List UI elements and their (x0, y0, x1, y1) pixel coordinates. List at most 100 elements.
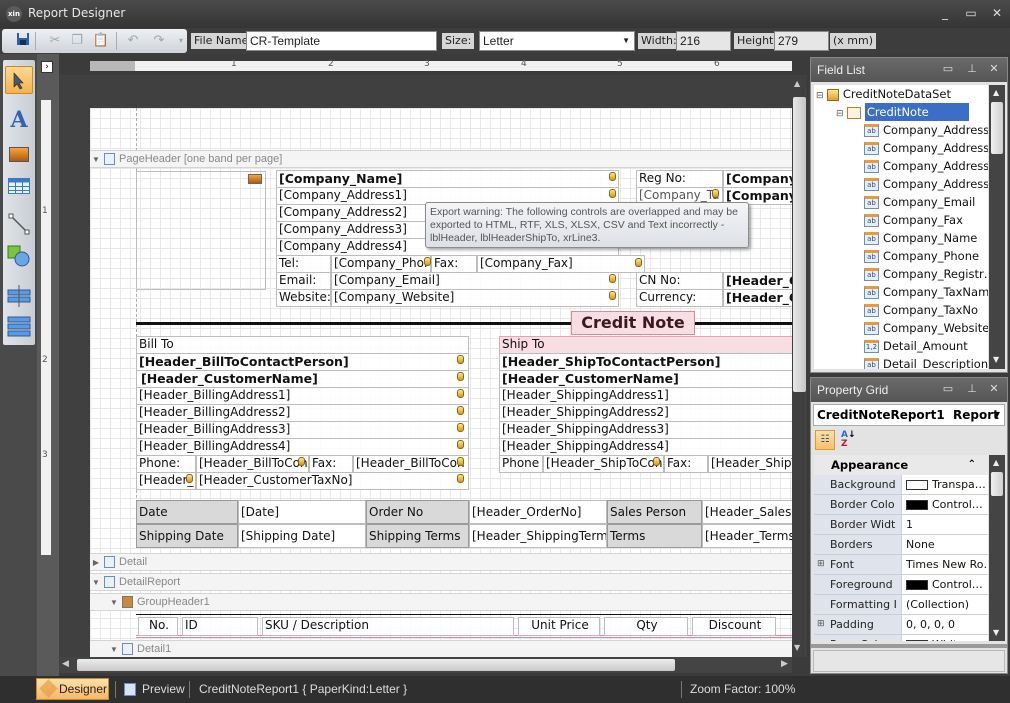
billing-address2-field[interactable]: [Header_BillingAddress2] (136, 404, 469, 422)
property-value[interactable]: (Collection) (903, 595, 988, 614)
field-item[interactable]: ab Company_Email (864, 193, 975, 211)
billing-address4-field[interactable]: [Header_BillingAddress4] (136, 438, 469, 456)
collapse-category-icon[interactable]: ⌃ (968, 455, 976, 475)
credit-note-title[interactable]: Credit Note (571, 311, 695, 335)
field-item[interactable]: ab Company_Phone (864, 247, 979, 265)
field-item[interactable]: ab Company_Address2 (864, 139, 988, 157)
property-row[interactable]: Border Widt 1 (814, 515, 988, 535)
column-header[interactable]: SKU / Description (262, 617, 514, 636)
designer-tab[interactable]: Designer (36, 678, 109, 700)
column-header[interactable]: ID (182, 617, 258, 636)
scroll-up-icon[interactable]: ▲ (993, 458, 999, 467)
property-grid-scroll-thumb[interactable] (991, 472, 1003, 496)
redo-icon[interactable]: ↷ (150, 32, 168, 50)
customize-dropdown-icon[interactable]: ▾ (172, 32, 190, 50)
column-header[interactable]: Discount (692, 617, 776, 636)
object-selector[interactable]: CreditNoteReport1 Report ▼ (813, 404, 1005, 426)
property-value[interactable]: Control… (903, 575, 988, 594)
info-field[interactable]: [Shipping Date] (238, 524, 366, 548)
property-value[interactable]: None (903, 535, 988, 554)
file-name-input[interactable]: CR-Template (246, 31, 437, 51)
category-appearance[interactable]: Appearance ⌃ (814, 455, 988, 475)
collapse-icon[interactable]: ▼ (108, 594, 120, 611)
width-input[interactable]: 216 (676, 31, 731, 51)
picture-tool-icon[interactable] (5, 140, 33, 168)
cn-no-field[interactable]: [Header_C (723, 272, 792, 290)
field-item[interactable]: ab Company_TaxName (864, 283, 988, 301)
info-table[interactable]: Date [Date] Order No [Header_OrderNo] Sales … (136, 500, 792, 548)
property-value[interactable]: White (903, 635, 988, 641)
ship-to-customer-field[interactable]: [Header_CustomerName] (499, 370, 792, 388)
column-header[interactable]: Unit Price (518, 617, 600, 636)
property-value[interactable]: Control… (903, 495, 988, 514)
field-list-scroll-thumb[interactable] (991, 102, 1003, 154)
ship-to-fax-field[interactable]: [Header_ShipT (708, 455, 792, 473)
table-tool-icon[interactable] (5, 172, 33, 200)
property-row[interactable]: Page Color White (814, 635, 988, 641)
billing-address1-field[interactable]: [Header_BillingAddress1] (136, 387, 469, 405)
info-field[interactable]: [Header_Terms (702, 524, 792, 548)
vertical-scroll-thumb[interactable] (793, 97, 806, 392)
paste-icon[interactable]: 📋 (92, 32, 110, 50)
company-fax-field[interactable]: [Company_Fax] (477, 255, 645, 273)
bill-to-fax-field[interactable]: [Header_BillToCon (353, 455, 469, 473)
cut-icon[interactable]: ✂ (46, 32, 64, 50)
property-value[interactable]: Times New Ro… (903, 555, 988, 574)
size-select[interactable]: Letter ▼ (479, 31, 635, 51)
band-page-header[interactable]: ▼ PageHeader [one band per page] (90, 150, 792, 168)
panel-float-icon[interactable]: ▭ (941, 382, 955, 396)
field-item[interactable]: ab Company_TaxNo (864, 301, 978, 319)
collapse-icon[interactable]: ⊟ (836, 109, 844, 119)
field-item[interactable]: ab Detail_Description (864, 355, 988, 369)
field-item[interactable]: ab Company_Address4 (864, 175, 988, 193)
save-icon[interactable] (14, 32, 32, 50)
property-row[interactable]: Borders None (814, 535, 988, 555)
scroll-up-icon[interactable]: ▲ (794, 79, 800, 88)
property-row[interactable]: Formatting I (Collection) (814, 595, 988, 615)
panel-close-icon[interactable]: ✕ (987, 382, 1001, 396)
scroll-down-icon[interactable]: ▼ (794, 643, 800, 652)
shipping-address3-field[interactable]: [Header_ShippingAddress3] (499, 421, 792, 439)
scroll-up-icon[interactable]: ▲ (993, 88, 999, 97)
property-row[interactable]: Foreground Control… (814, 575, 988, 595)
field-tree[interactable]: ⊟ CreditNoteDataSet ⊟ CreditNote ab Compa… (814, 85, 988, 369)
horizontal-scroll-thumb[interactable] (77, 659, 675, 671)
property-value[interactable]: Transpa… (903, 475, 988, 494)
pointer-tool-icon[interactable] (5, 66, 33, 94)
shape-tool-icon[interactable] (5, 242, 33, 270)
expand-icon[interactable]: ▶ (90, 554, 102, 571)
property-list[interactable]: Appearance ⌃ Background Transpa… Border Co… (814, 455, 988, 641)
splitter-handle[interactable] (811, 644, 1007, 648)
property-grid-scrollbar[interactable]: ▲ ▼ (989, 455, 1005, 641)
info-field[interactable]: [Header_ShippingTerm (469, 524, 607, 548)
field-item[interactable]: ab Company_Website (864, 319, 988, 337)
detail-column-headers[interactable]: No. ID SKU / Description Unit Price Qty Disco… (136, 614, 792, 638)
column-header[interactable]: No. (138, 617, 178, 636)
scroll-down-icon[interactable]: ▼ (993, 355, 999, 364)
scroll-down-icon[interactable]: ▼ (993, 628, 999, 637)
field-item[interactable]: ab Company_Name (864, 229, 977, 247)
info-field[interactable]: [Header_OrderNo] (469, 500, 607, 524)
tree-item-dataset[interactable]: ⊟ CreditNoteDataSet (816, 85, 951, 103)
shipping-address1-field[interactable]: [Header_ShippingAddress1] (499, 387, 792, 405)
vertical-scrollbar[interactable]: ▲ ▼ (792, 75, 807, 657)
subreport-tool-icon[interactable] (5, 312, 33, 340)
report-page[interactable]: ▼ PageHeader [one band per page] [Company… (90, 108, 792, 657)
field-item[interactable]: ab Company_Address3 (864, 157, 988, 175)
shipping-address4-field[interactable]: [Header_ShippingAddress4] (499, 438, 792, 456)
scroll-left-icon[interactable]: ◀ (62, 659, 69, 669)
expand-ruler-button[interactable]: › (41, 61, 53, 73)
band-detail[interactable]: ▶ Detail (90, 553, 792, 571)
expand-icon[interactable]: ⊞ (817, 615, 825, 634)
property-row[interactable]: ⊞ Padding 0, 0, 0, 0 (814, 615, 988, 635)
categorized-view-icon[interactable]: ☷ (815, 430, 835, 450)
collapse-icon[interactable]: ▼ (108, 641, 120, 657)
panel-float-icon[interactable]: ▭ (941, 62, 955, 76)
tree-item-table[interactable]: ⊟ CreditNote (836, 103, 969, 121)
billing-address3-field[interactable]: [Header_BillingAddress3] (136, 421, 469, 439)
panel-close-icon[interactable]: ✕ (987, 62, 1001, 76)
horizontal-scrollbar[interactable]: ◀ ▶ (59, 657, 792, 673)
property-row[interactable]: Background Transpa… (814, 475, 988, 495)
close-button[interactable]: ✕ (988, 5, 1006, 21)
bill-to-customer-field[interactable]: [Header_CustomerName] (136, 370, 469, 388)
